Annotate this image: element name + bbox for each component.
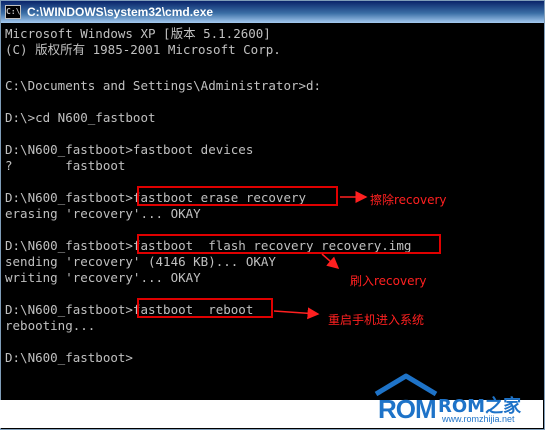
arrow-reboot [273, 307, 320, 320]
logo-rom-text: ROM [378, 394, 437, 424]
arrow-flash [321, 253, 340, 269]
annotation-reboot: 重启手机进入系统 [328, 313, 425, 327]
watermark-logo: ROM ROM之家 www.romzhijia.net [372, 372, 542, 428]
annotation-erase: 擦除recovery [370, 193, 447, 207]
annotation-flash: 刷入recovery [350, 274, 427, 288]
annotation-arrows [273, 191, 368, 320]
logo-url: www.romzhijia.net [442, 414, 515, 424]
